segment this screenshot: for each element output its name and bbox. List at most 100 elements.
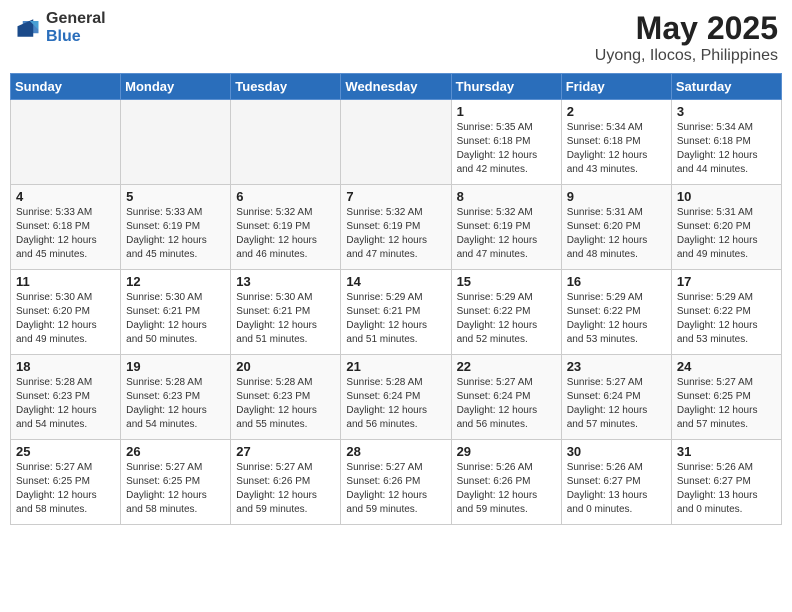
day-number: 1	[457, 104, 556, 119]
day-info: Sunrise: 5:28 AM Sunset: 6:23 PM Dayligh…	[126, 376, 225, 432]
day-number: 24	[677, 359, 776, 374]
day-number: 16	[567, 274, 666, 289]
calendar-cell: 14 Sunrise: 5:29 AM Sunset: 6:21 PM Dayli…	[341, 270, 451, 355]
day-number: 5	[126, 189, 225, 204]
day-info: Sunrise: 5:31 AM Sunset: 6:20 PM Dayligh…	[677, 206, 776, 262]
day-number: 26	[126, 444, 225, 459]
calendar-cell: 11 Sunrise: 5:30 AM Sunset: 6:20 PM Dayli…	[11, 270, 121, 355]
day-info: Sunrise: 5:27 AM Sunset: 6:24 PM Dayligh…	[457, 376, 556, 432]
calendar-cell: 8 Sunrise: 5:32 AM Sunset: 6:19 PM Daylig…	[451, 185, 561, 270]
logo-general-text: General	[46, 10, 106, 27]
day-info: Sunrise: 5:30 AM Sunset: 6:20 PM Dayligh…	[16, 291, 115, 347]
day-number: 21	[346, 359, 445, 374]
day-info: Sunrise: 5:34 AM Sunset: 6:18 PM Dayligh…	[677, 121, 776, 177]
day-info: Sunrise: 5:28 AM Sunset: 6:23 PM Dayligh…	[236, 376, 335, 432]
calendar-cell: 25 Sunrise: 5:27 AM Sunset: 6:25 PM Dayli…	[11, 440, 121, 525]
logo: General Blue	[14, 10, 106, 45]
day-number: 4	[16, 189, 115, 204]
calendar-cell: 17Sunrise: 5:29 AM Sunset: 6:22 PM Dayli…	[671, 270, 781, 355]
day-info: Sunrise: 5:32 AM Sunset: 6:19 PM Dayligh…	[346, 206, 445, 262]
calendar-week-row: 1 Sunrise: 5:35 AM Sunset: 6:18 PM Daylig…	[11, 100, 782, 185]
day-number: 29	[457, 444, 556, 459]
calendar-week-row: 4 Sunrise: 5:33 AM Sunset: 6:18 PM Daylig…	[11, 185, 782, 270]
weekday-header-friday: Friday	[561, 74, 671, 100]
day-info: Sunrise: 5:27 AM Sunset: 6:25 PM Dayligh…	[126, 461, 225, 517]
day-info: Sunrise: 5:26 AM Sunset: 6:27 PM Dayligh…	[677, 461, 776, 517]
calendar-cell: 26 Sunrise: 5:27 AM Sunset: 6:25 PM Dayli…	[121, 440, 231, 525]
calendar-cell: 21 Sunrise: 5:28 AM Sunset: 6:24 PM Dayli…	[341, 355, 451, 440]
day-info: Sunrise: 5:27 AM Sunset: 6:26 PM Dayligh…	[236, 461, 335, 517]
calendar-cell: 24 Sunrise: 5:27 AM Sunset: 6:25 PM Dayli…	[671, 355, 781, 440]
calendar-cell: 4 Sunrise: 5:33 AM Sunset: 6:18 PM Daylig…	[11, 185, 121, 270]
logo-blue-text: Blue	[46, 28, 81, 45]
calendar-cell: 6Sunrise: 5:32 AM Sunset: 6:19 PM Daylig…	[231, 185, 341, 270]
calendar-cell: 27 Sunrise: 5:27 AM Sunset: 6:26 PM Dayli…	[231, 440, 341, 525]
day-info: Sunrise: 5:31 AM Sunset: 6:20 PM Dayligh…	[567, 206, 666, 262]
calendar-cell: 2 Sunrise: 5:34 AM Sunset: 6:18 PM Daylig…	[561, 100, 671, 185]
day-number: 14	[346, 274, 445, 289]
day-number: 28	[346, 444, 445, 459]
day-info: Sunrise: 5:33 AM Sunset: 6:18 PM Dayligh…	[16, 206, 115, 262]
calendar-cell: 16 Sunrise: 5:29 AM Sunset: 6:22 PM Dayli…	[561, 270, 671, 355]
day-number: 7	[346, 189, 445, 204]
calendar-cell	[11, 100, 121, 185]
weekday-header-monday: Monday	[121, 74, 231, 100]
calendar-cell: 13Sunrise: 5:30 AM Sunset: 6:21 PM Dayli…	[231, 270, 341, 355]
day-number: 3	[677, 104, 776, 119]
calendar-cell: 30 Sunrise: 5:26 AM Sunset: 6:27 PM Dayli…	[561, 440, 671, 525]
day-number: 31	[677, 444, 776, 459]
day-info: Sunrise: 5:27 AM Sunset: 6:25 PM Dayligh…	[16, 461, 115, 517]
calendar-cell: 12Sunrise: 5:30 AM Sunset: 6:21 PM Dayli…	[121, 270, 231, 355]
day-info: Sunrise: 5:29 AM Sunset: 6:22 PM Dayligh…	[567, 291, 666, 347]
day-info: Sunrise: 5:29 AM Sunset: 6:21 PM Dayligh…	[346, 291, 445, 347]
weekday-header-saturday: Saturday	[671, 74, 781, 100]
day-number: 22	[457, 359, 556, 374]
calendar-cell: 18 Sunrise: 5:28 AM Sunset: 6:23 PM Dayli…	[11, 355, 121, 440]
day-number: 10	[677, 189, 776, 204]
day-number: 20	[236, 359, 335, 374]
day-number: 9	[567, 189, 666, 204]
day-number: 30	[567, 444, 666, 459]
calendar-cell: 31 Sunrise: 5:26 AM Sunset: 6:27 PM Dayli…	[671, 440, 781, 525]
day-number: 25	[16, 444, 115, 459]
logo-icon	[14, 14, 42, 42]
calendar-cell: 10 Sunrise: 5:31 AM Sunset: 6:20 PM Dayli…	[671, 185, 781, 270]
day-number: 18	[16, 359, 115, 374]
calendar-cell: 1 Sunrise: 5:35 AM Sunset: 6:18 PM Daylig…	[451, 100, 561, 185]
calendar-cell: 7 Sunrise: 5:32 AM Sunset: 6:19 PM Daylig…	[341, 185, 451, 270]
calendar-cell: 28Sunrise: 5:27 AM Sunset: 6:26 PM Dayli…	[341, 440, 451, 525]
day-number: 6	[236, 189, 335, 204]
day-number: 8	[457, 189, 556, 204]
calendar-cell: 22 Sunrise: 5:27 AM Sunset: 6:24 PM Dayli…	[451, 355, 561, 440]
calendar-cell	[121, 100, 231, 185]
title-block: May 2025 Uyong, Ilocos, Philippines	[595, 10, 778, 65]
day-number: 11	[16, 274, 115, 289]
day-number: 12	[126, 274, 225, 289]
day-info: Sunrise: 5:26 AM Sunset: 6:27 PM Dayligh…	[567, 461, 666, 517]
calendar-cell: 23Sunrise: 5:27 AM Sunset: 6:24 PM Dayli…	[561, 355, 671, 440]
day-number: 27	[236, 444, 335, 459]
day-info: Sunrise: 5:27 AM Sunset: 6:25 PM Dayligh…	[677, 376, 776, 432]
day-info: Sunrise: 5:28 AM Sunset: 6:23 PM Dayligh…	[16, 376, 115, 432]
day-info: Sunrise: 5:28 AM Sunset: 6:24 PM Dayligh…	[346, 376, 445, 432]
day-number: 23	[567, 359, 666, 374]
day-number: 15	[457, 274, 556, 289]
day-info: Sunrise: 5:34 AM Sunset: 6:18 PM Dayligh…	[567, 121, 666, 177]
weekday-header-wednesday: Wednesday	[341, 74, 451, 100]
calendar-week-row: 25 Sunrise: 5:27 AM Sunset: 6:25 PM Dayli…	[11, 440, 782, 525]
day-info: Sunrise: 5:35 AM Sunset: 6:18 PM Dayligh…	[457, 121, 556, 177]
calendar-week-row: 11 Sunrise: 5:30 AM Sunset: 6:20 PM Dayli…	[11, 270, 782, 355]
month-year-title: May 2025	[595, 10, 778, 47]
day-number: 2	[567, 104, 666, 119]
calendar-cell: 3 Sunrise: 5:34 AM Sunset: 6:18 PM Daylig…	[671, 100, 781, 185]
day-info: Sunrise: 5:29 AM Sunset: 6:22 PM Dayligh…	[677, 291, 776, 347]
day-info: Sunrise: 5:32 AM Sunset: 6:19 PM Dayligh…	[457, 206, 556, 262]
weekday-header-sunday: Sunday	[11, 74, 121, 100]
weekday-header-tuesday: Tuesday	[231, 74, 341, 100]
calendar-cell: 9 Sunrise: 5:31 AM Sunset: 6:20 PM Daylig…	[561, 185, 671, 270]
day-info: Sunrise: 5:26 AM Sunset: 6:26 PM Dayligh…	[457, 461, 556, 517]
day-number: 19	[126, 359, 225, 374]
day-number: 13	[236, 274, 335, 289]
calendar-cell: 19 Sunrise: 5:28 AM Sunset: 6:23 PM Dayli…	[121, 355, 231, 440]
calendar-week-row: 18 Sunrise: 5:28 AM Sunset: 6:23 PM Dayli…	[11, 355, 782, 440]
